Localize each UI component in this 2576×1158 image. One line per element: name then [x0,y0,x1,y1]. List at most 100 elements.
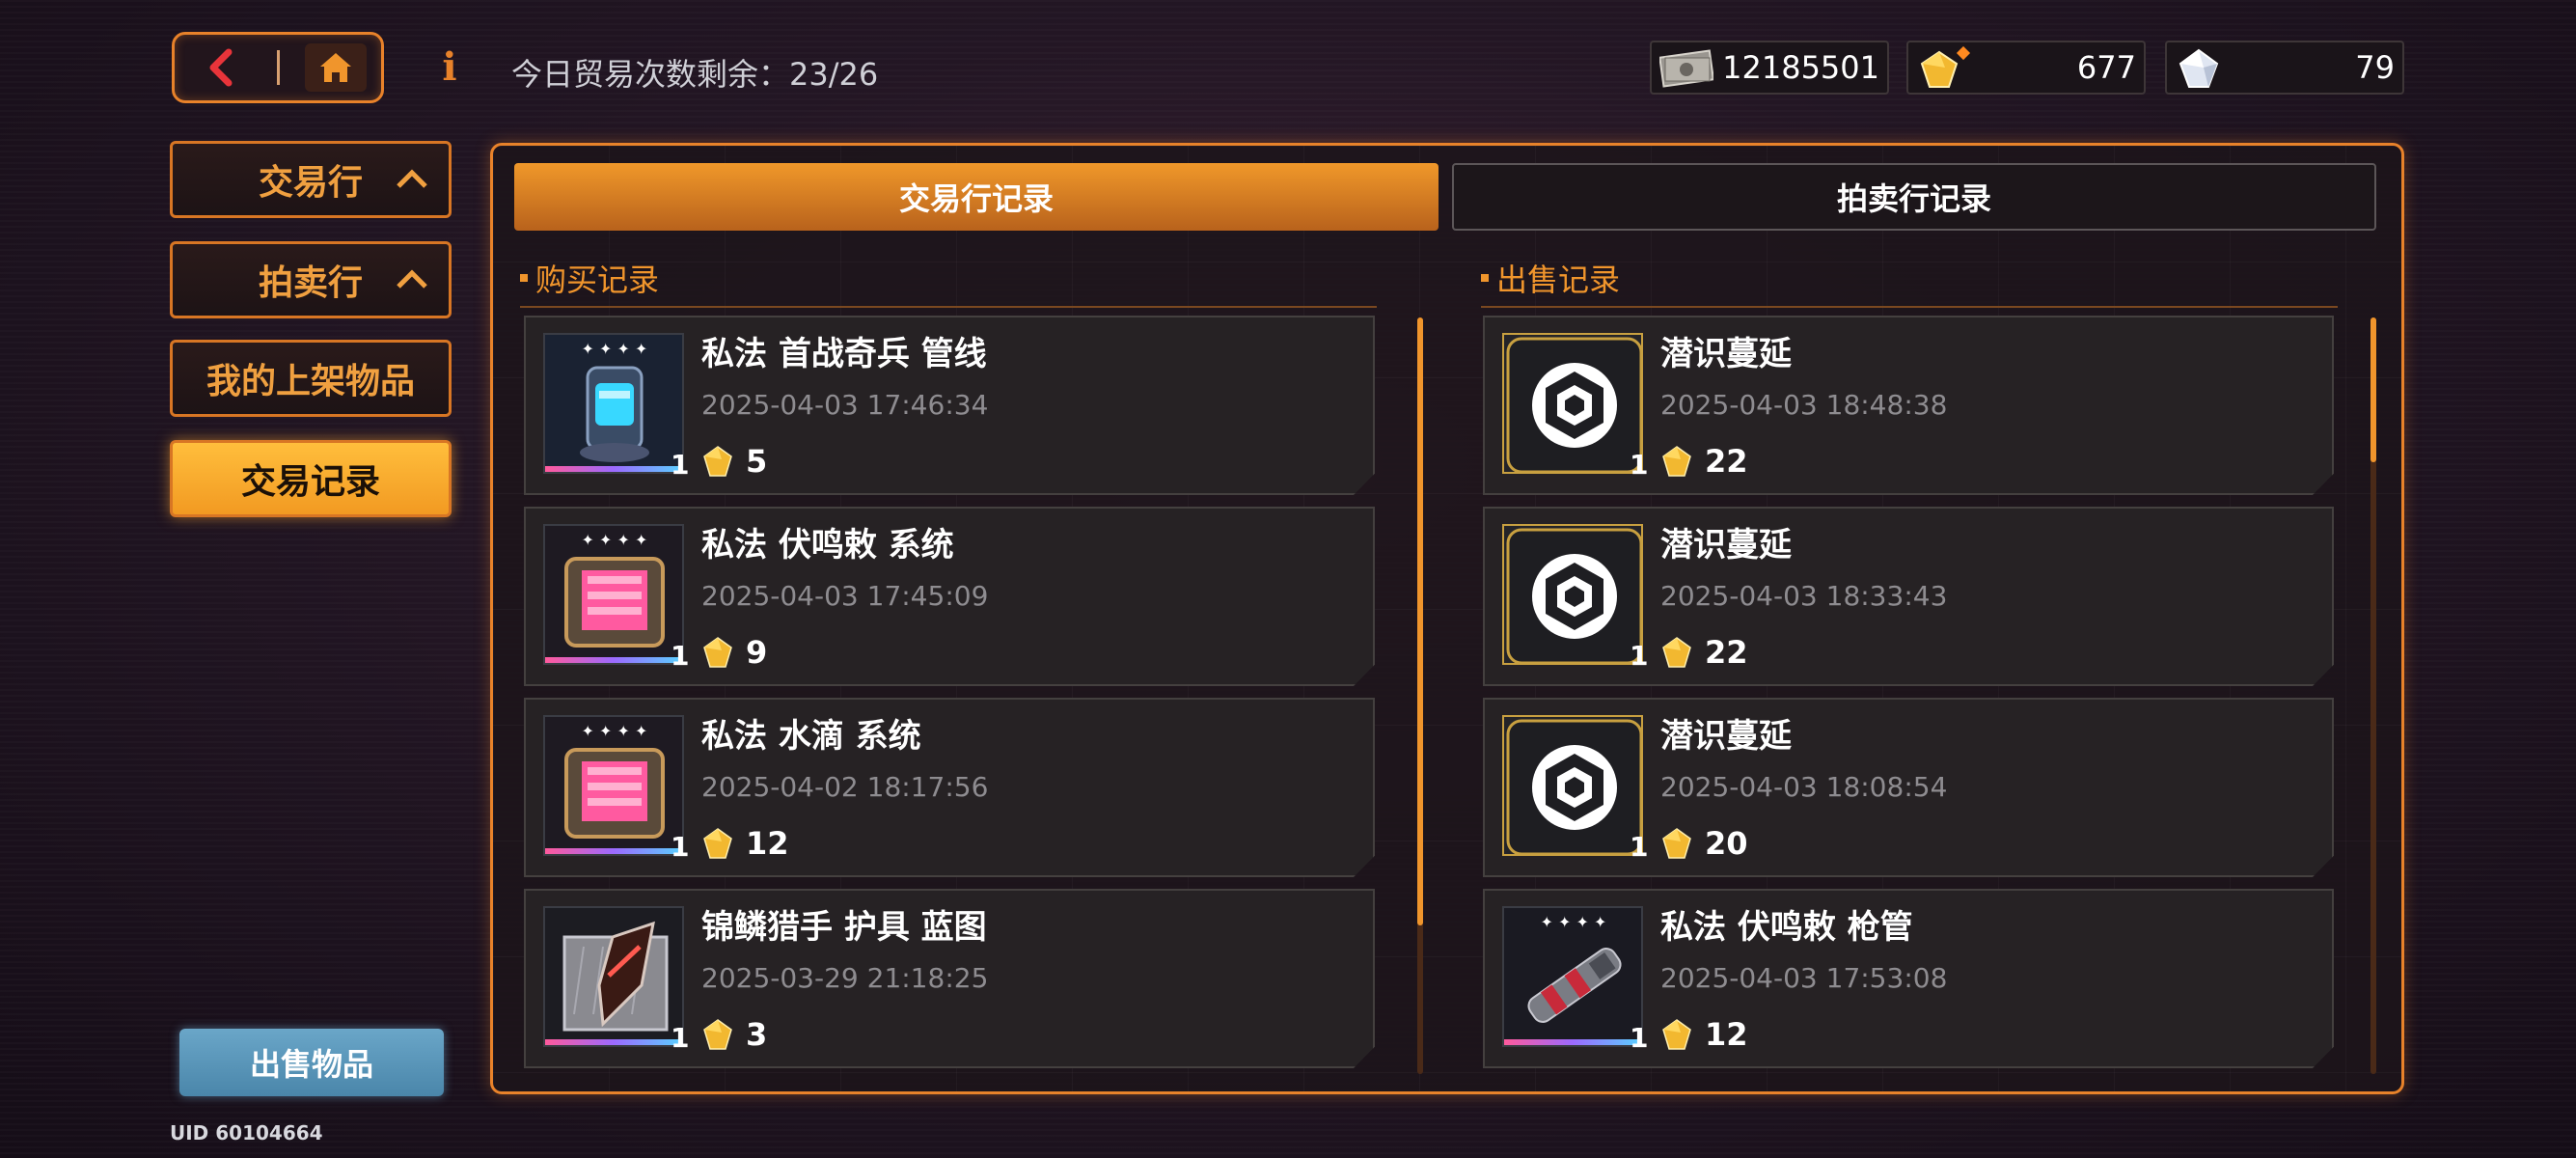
system-chip-icon: ✦ ✦ ✦ ✦ [543,715,684,856]
scrollbar-thumb[interactable] [1417,317,1423,925]
nav-button-group [172,32,384,103]
banknote-icon [1659,49,1713,88]
item-quantity: 1 [1630,831,1649,863]
record-price: 12 [1660,1016,1748,1053]
bullet-icon [520,274,528,282]
record-time: 2025-04-03 18:33:43 [1660,580,1948,612]
record-time: 2025-03-29 21:18:25 [701,962,989,994]
svg-text:✦ ✦ ✦ ✦: ✦ ✦ ✦ ✦ [582,531,648,549]
sidebar-item-label: 交易行 [258,163,363,203]
system-chip-icon: ✦ ✦ ✦ ✦ [543,524,684,665]
currency-value: 79 [2355,49,2395,86]
sale-record[interactable]: ✦ ✦ ✦ ✦ 1 私法 伏鸣敕 枪管 2025-04-03 17:53:08 … [1483,889,2334,1068]
price-value: 3 [746,1016,768,1053]
record-price: 22 [1660,443,1748,480]
gold-crystal-icon [1662,828,1691,859]
item-name: 私法 伏鸣敕 系统 [701,526,954,565]
currency-white-crystal: 79 [2165,41,2404,95]
section-title-text: 出售记录 [1496,262,1621,298]
item-name: 私法 首战奇兵 管线 [701,335,987,373]
gold-crystal-icon [703,637,732,668]
rarity-bar [545,848,682,854]
rarity-bar [545,657,682,663]
price-value: 20 [1705,825,1748,862]
gold-crystal-icon [1662,446,1691,477]
item-quantity: 1 [671,1022,690,1054]
white-crystal-icon [2179,48,2219,88]
nav-separator [276,50,280,85]
item-name: 潜识蔓延 [1660,526,1792,565]
gold-crystal-icon [703,446,732,477]
sidebar-item-auction[interactable]: 拍卖行 [170,241,452,318]
price-value: 12 [1705,1016,1748,1053]
scrollbar-thumb[interactable] [2370,317,2376,462]
price-value: 22 [1705,634,1748,671]
armor-blueprint-icon [543,906,684,1047]
purchase-scrollbar[interactable] [1417,317,1423,1074]
purchase-record[interactable]: ✦ ✦ ✦ ✦ 1 私法 伏鸣敕 系统 2025-04-03 17:45:09 … [524,507,1375,686]
tab-auction-records[interactable]: 拍卖行记录 [1452,163,2376,231]
back-arrow-icon [209,48,232,87]
svg-text:✦ ✦ ✦ ✦: ✦ ✦ ✦ ✦ [582,722,648,740]
sidebar-item-my-listings[interactable]: 我的上架物品 [170,340,452,417]
price-value: 9 [746,634,768,671]
price-value: 22 [1705,443,1748,480]
rarity-bar [545,1039,682,1045]
hexagon-emblem-icon [1502,715,1643,856]
sale-scrollbar[interactable] [2370,317,2376,1074]
section-title-text: 购买记录 [535,262,660,298]
record-time: 2025-04-03 17:45:09 [701,580,989,612]
currency-value: 12185501 [1722,49,1879,86]
sell-items-button[interactable]: 出售物品 [179,1029,444,1096]
user-id: UID 60104664 [170,1121,323,1144]
svg-text:✦ ✦ ✦ ✦: ✦ ✦ ✦ ✦ [1541,913,1607,931]
item-name: 潜识蔓延 [1660,717,1792,756]
chevron-up-icon [397,169,427,188]
svg-text:✦ ✦ ✦ ✦: ✦ ✦ ✦ ✦ [582,340,648,358]
hexagon-emblem-icon [1502,524,1643,665]
info-icon[interactable]: i [436,44,463,90]
home-button[interactable] [304,43,367,92]
sidebar-item-label: 我的上架物品 [206,362,415,401]
item-name: 私法 水滴 系统 [701,717,921,756]
sale-record[interactable]: 1 潜识蔓延 2025-04-03 18:08:54 20 [1483,698,2334,877]
item-name: 潜识蔓延 [1660,335,1792,373]
purchase-record[interactable]: 1 锦鳞猎手 护具 蓝图 2025-03-29 21:18:25 3 [524,889,1375,1068]
chevron-up-icon [397,269,427,289]
record-price: 9 [701,634,767,671]
back-button[interactable] [190,43,252,92]
sidebar-item-label: 拍卖行 [258,263,363,303]
sidebar-item-trade[interactable]: 交易行 [170,141,452,218]
item-quantity: 1 [1630,1022,1649,1054]
item-quantity: 1 [1630,640,1649,672]
tab-trade-records[interactable]: 交易行记录 [514,163,1439,231]
rarity-bar [545,466,682,472]
price-value: 12 [746,825,789,862]
purchase-record[interactable]: ✦ ✦ ✦ ✦ 1 私法 首战奇兵 管线 2025-04-03 17:46:34… [524,316,1375,495]
currency-banknote: 12185501 [1650,41,1889,95]
currency-gold-crystal: 677 [1906,41,2146,95]
gun-barrel-icon: ✦ ✦ ✦ ✦ [1502,906,1643,1047]
sale-record[interactable]: 1 潜识蔓延 2025-04-03 18:48:38 22 [1483,316,2334,495]
item-name: 锦鳞猎手 护具 蓝图 [701,908,987,947]
record-time: 2025-04-03 17:53:08 [1660,962,1948,994]
gold-crystal-icon [1920,46,1971,88]
sidebar-item-trade-records[interactable]: 交易记录 [170,440,452,517]
record-price: 12 [701,825,789,862]
item-quantity: 1 [671,831,690,863]
trade-remaining-text: 今日贸易次数剩余：23/26 [511,56,879,93]
purchase-record[interactable]: ✦ ✦ ✦ ✦ 1 私法 水滴 系统 2025-04-02 18:17:56 1… [524,698,1375,877]
record-price: 22 [1660,634,1748,671]
record-time: 2025-04-03 17:46:34 [701,389,989,421]
sidebar-item-label: 交易记录 [240,462,380,502]
record-price: 20 [1660,825,1748,862]
item-quantity: 1 [1630,449,1649,481]
sale-records-title: 出售记录 [1481,256,2338,308]
item-quantity: 1 [671,449,690,481]
gold-crystal-icon [1662,1019,1691,1050]
gold-crystal-icon [703,828,732,859]
price-value: 5 [746,443,768,480]
currency-value: 677 [2076,49,2136,86]
sale-record[interactable]: 1 潜识蔓延 2025-04-03 18:33:43 22 [1483,507,2334,686]
records-panel: 交易行记录 拍卖行记录 购买记录 出售记录 ✦ ✦ ✦ ✦ 1 私法 首战奇兵 … [490,143,2404,1094]
